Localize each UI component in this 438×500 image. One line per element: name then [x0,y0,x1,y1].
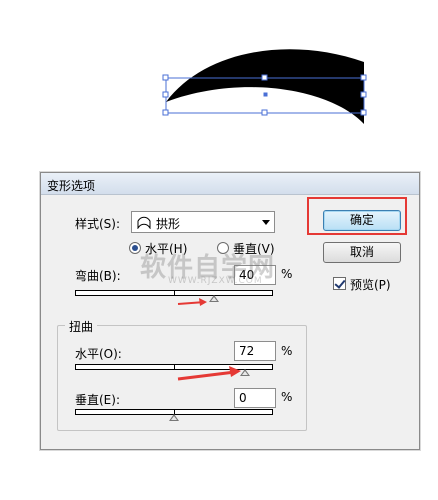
handle-top-mid[interactable] [261,74,268,81]
vertical-distort-slider-thumb[interactable] [169,414,179,421]
ok-button-highlight [307,197,407,235]
preview-label: 预览(P) [350,278,391,292]
chevron-down-icon [262,220,270,225]
handle-bottom-mid[interactable] [261,109,268,116]
dialog-title: 变形选项 [47,179,96,193]
handle-mid-left[interactable] [162,91,169,98]
bend-slider-thumb[interactable] [208,295,219,302]
distortion-group-title: 扭曲 [65,318,98,335]
watermark-url: WWW.RJZXW.COM [168,276,263,286]
dialog-titlebar[interactable]: 变形选项 [41,173,419,195]
style-label: 样式(S): [75,217,121,231]
handle-bottom-right[interactable] [360,109,367,116]
handle-top-right[interactable] [360,74,367,81]
arch-style-icon [137,216,151,229]
vertical-distort-label: 垂直(E): [75,393,120,407]
style-dropdown[interactable]: 拱形 [131,211,275,233]
handle-top-left[interactable] [162,74,169,81]
horizontal-distort-label: 水平(O): [75,347,122,361]
preview-checkbox[interactable] [333,277,346,290]
vertical-distort-input[interactable]: 0 [234,388,276,408]
vertical-distort-unit: % [281,390,293,404]
handle-bottom-left[interactable] [162,109,169,116]
horizontal-distort-input[interactable]: 72 [234,341,276,361]
horizontal-distort-unit: % [281,344,293,358]
bend-label: 弯曲(B): [75,269,121,283]
horizontal-distort-slider-thumb[interactable] [240,369,251,376]
bend-slider-track[interactable] [75,290,273,296]
style-value: 拱形 [156,217,181,231]
center-point [263,92,268,97]
cancel-button[interactable]: 取消 [323,242,401,263]
artboard [162,49,367,124]
bend-unit: % [281,267,293,281]
handle-mid-right[interactable] [360,91,367,98]
